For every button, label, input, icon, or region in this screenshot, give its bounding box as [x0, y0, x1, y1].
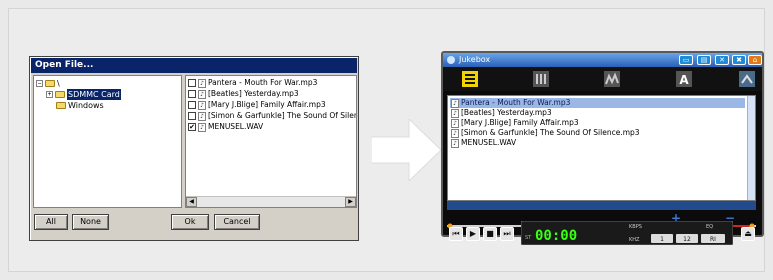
- tree-item-label: SDMMC Card: [67, 89, 121, 100]
- audio-file-icon: ♪: [198, 100, 206, 110]
- jukebox-toolbar: A: [443, 67, 762, 91]
- headphones-icon: [447, 56, 455, 64]
- folder-tree: − \ + SDMMC Card Windows: [33, 75, 182, 208]
- stop-icon[interactable]: ■: [483, 227, 497, 241]
- folder-icon: [45, 80, 55, 87]
- vertical-scrollbar[interactable]: [747, 96, 755, 200]
- scroll-left-icon[interactable]: ◀: [186, 197, 197, 207]
- playlist-item[interactable]: ♪ [Mary J.Blige] Family Affair.mp3: [450, 118, 745, 128]
- jukebox-titlebar: Jukebox ▭ ▤ ✕ ✖ ⌂: [443, 53, 762, 67]
- open-file-dialog: Open File... − \ + SDMMC Card Windows ♪ …: [29, 56, 359, 241]
- checkbox[interactable]: [188, 101, 196, 109]
- playlist-item[interactable]: ♪ [Beatles] Yesterday.mp3: [450, 108, 745, 118]
- file-row[interactable]: ♪ [Simon & Garfunkle] The Sound Of Silen…: [188, 111, 357, 121]
- collapse-icon[interactable]: −: [36, 80, 43, 87]
- eq-label: EQ: [706, 224, 713, 230]
- playlist-item[interactable]: ♪ Pantera - Mouth For War.mp3: [450, 98, 745, 108]
- ok-button[interactable]: Ok: [171, 214, 209, 230]
- jukebox-title: Jukebox: [459, 55, 491, 64]
- folder-icon: [55, 91, 65, 98]
- file-row[interactable]: ♪ [Mary J.Blige] Family Affair.mp3: [188, 100, 326, 110]
- file-name: [Beatles] Yesterday.mp3: [208, 89, 299, 98]
- checkbox[interactable]: [188, 90, 196, 98]
- dialog-title: Open File...: [31, 58, 357, 73]
- audio-file-icon: ♪: [198, 111, 206, 121]
- tree-item-label: Windows: [68, 101, 104, 110]
- folder-icon: [56, 102, 66, 109]
- audio-file-icon: ♪: [198, 78, 206, 88]
- audio-file-icon: ♪: [198, 122, 206, 132]
- horizontal-scrollbar[interactable]: ◀ ▶: [186, 196, 356, 207]
- scroll-right-icon[interactable]: ▶: [345, 197, 356, 207]
- file-name: Pantera - Mouth For War.mp3: [208, 78, 318, 87]
- home-icon[interactable]: ⌂: [748, 55, 762, 65]
- file-list: ♪ Pantera - Mouth For War.mp3 ♪ [Beatles…: [185, 75, 357, 208]
- kbps-label: KBPS: [629, 224, 642, 230]
- visualizer-icon[interactable]: [602, 70, 622, 88]
- playlist-icon[interactable]: [460, 70, 480, 88]
- file-row[interactable]: ✔ ♪ MENUSEL.WAV: [188, 122, 263, 132]
- file-name: MENUSEL.WAV: [208, 122, 264, 131]
- checkbox-checked[interactable]: ✔: [188, 123, 196, 131]
- khz-label: KHZ: [629, 237, 640, 243]
- settings-icon[interactable]: [737, 70, 757, 88]
- svg-text:A: A: [679, 73, 689, 87]
- track-prefix: ST: [525, 235, 532, 241]
- none-button[interactable]: None: [72, 214, 109, 230]
- battery-icon: ▭: [679, 55, 693, 65]
- playlist-item-name: MENUSEL.WAV: [461, 138, 517, 147]
- next-icon[interactable]: ⏭: [500, 227, 514, 241]
- keyboard-icon[interactable]: ▤: [697, 55, 711, 65]
- shuffle-label: 12: [683, 236, 691, 243]
- file-name: [Mary J.Blige] Family Affair.mp3: [208, 100, 326, 109]
- tree-item-sdmmc-card[interactable]: + SDMMC Card: [46, 89, 121, 100]
- playlist-item[interactable]: ♪ [Simon & Garfunkle] The Sound Of Silen…: [450, 128, 745, 138]
- play-icon[interactable]: ▶: [466, 227, 480, 241]
- audio-file-icon: ♪: [198, 89, 206, 99]
- audio-file-icon: ♪: [451, 128, 459, 138]
- all-button[interactable]: All: [34, 214, 68, 230]
- tree-item-root[interactable]: − \: [36, 78, 60, 89]
- checkbox[interactable]: [188, 79, 196, 87]
- random-label: RI: [710, 236, 716, 243]
- tree-item-label: \: [57, 79, 60, 88]
- time-display: 00:00: [535, 228, 577, 244]
- equalizer-icon[interactable]: [531, 70, 551, 88]
- cancel-button[interactable]: Cancel: [214, 214, 260, 230]
- playlist-item[interactable]: ♪ MENUSEL.WAV: [450, 138, 745, 148]
- close-icon[interactable]: ✖: [732, 55, 746, 65]
- minimize-icon[interactable]: ✕: [715, 55, 729, 65]
- eject-icon[interactable]: ⏏: [741, 227, 755, 241]
- horizontal-scrollbar[interactable]: [447, 201, 756, 210]
- audio-file-icon: ♪: [451, 98, 459, 108]
- playlist-item-name: [Simon & Garfunkle] The Sound Of Silence…: [461, 128, 640, 137]
- right-arrow-icon: [371, 119, 441, 181]
- previous-icon[interactable]: ⏮: [449, 227, 463, 241]
- playlist-item-name: [Beatles] Yesterday.mp3: [461, 108, 552, 117]
- text-icon[interactable]: A: [674, 70, 694, 88]
- audio-file-icon: ♪: [451, 138, 459, 148]
- audio-file-icon: ♪: [451, 108, 459, 118]
- tree-item-windows[interactable]: Windows: [56, 100, 104, 111]
- checkbox[interactable]: [188, 112, 196, 120]
- playlist: ♪ Pantera - Mouth For War.mp3 ♪ [Beatles…: [447, 95, 756, 201]
- file-row[interactable]: ♪ [Beatles] Yesterday.mp3: [188, 89, 299, 99]
- file-row[interactable]: ♪ Pantera - Mouth For War.mp3: [188, 78, 317, 88]
- playlist-item-name: Pantera - Mouth For War.mp3: [461, 98, 571, 107]
- repeat-label: 1: [660, 236, 664, 243]
- file-name: [Simon & Garfunkle] The Sound Of Silence…: [208, 111, 357, 120]
- lcd-display: ST 00:00 KBPS KHZ EQ 1 12 RI: [521, 221, 733, 245]
- expand-icon[interactable]: +: [46, 91, 53, 98]
- audio-file-icon: ♪: [451, 118, 459, 128]
- playlist-item-name: [Mary J.Blige] Family Affair.mp3: [461, 118, 579, 127]
- jukebox-window: Jukebox ▭ ▤ ✕ ✖ ⌂ A ♪ Pantera - Mouth Fo…: [441, 51, 764, 245]
